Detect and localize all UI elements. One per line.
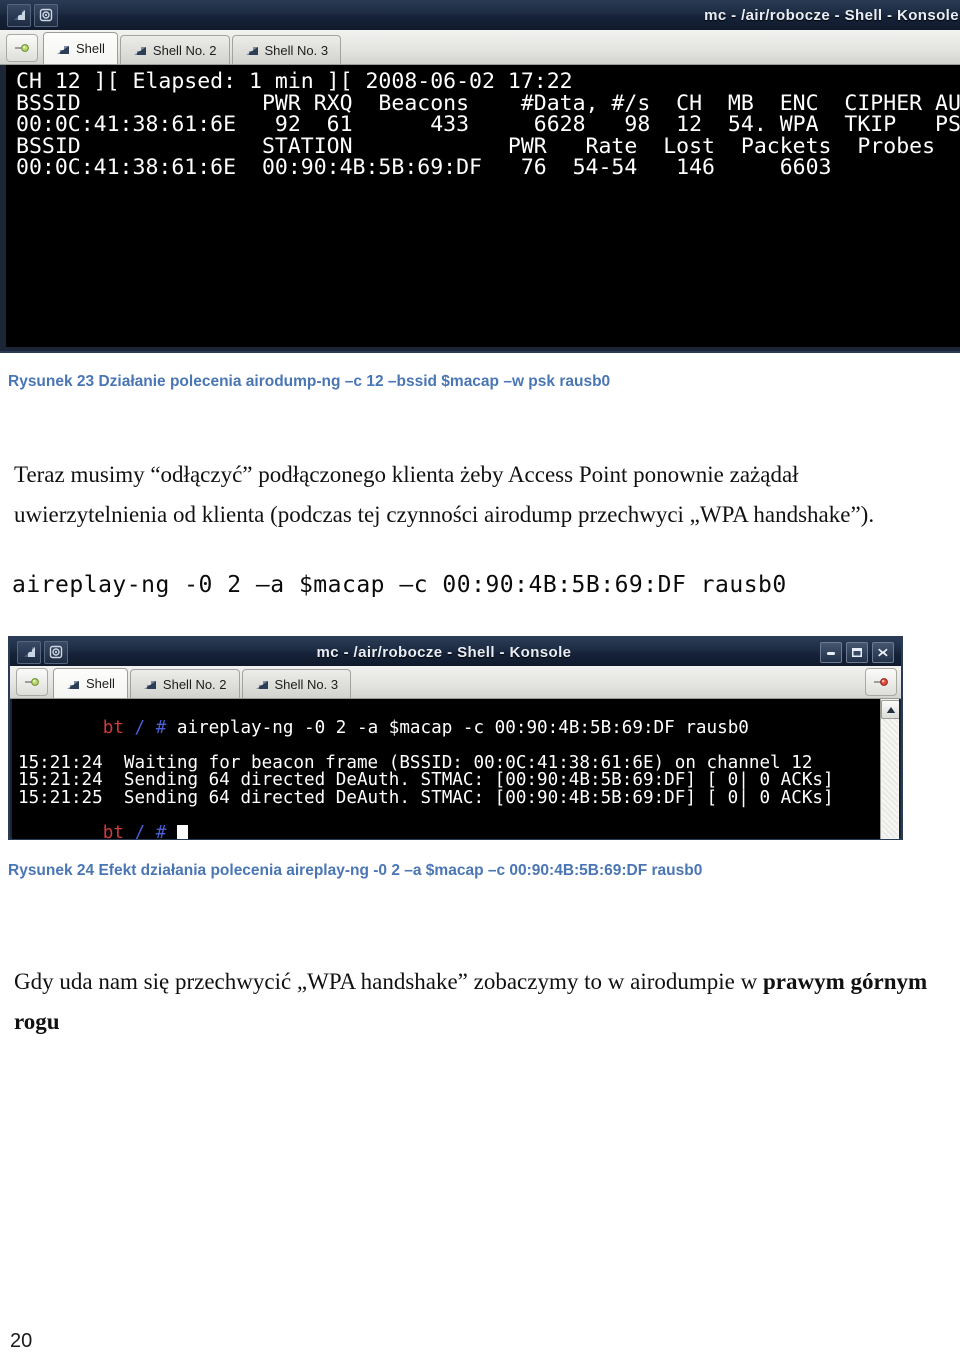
terminal-line: bt / #: [18, 808, 899, 839]
terminal-scrollbar[interactable]: [880, 699, 899, 839]
window1-title: mc - /air/robocze - Shell - Konsole: [704, 6, 959, 24]
terminal-line: 00:0C:41:38:61:6E 92 61 433 6628 98 12 5…: [16, 112, 960, 137]
command-line-aireplay: aireplay-ng -0 2 –a $macap –c 00:90:4B:5…: [12, 572, 787, 598]
window2-terminal[interactable]: bt / # aireplay-ng -0 2 -a $macap -c 00:…: [12, 699, 899, 839]
close-button[interactable]: [872, 641, 894, 663]
figure-caption-24: Rysunek 24 Efekt działania polecenia air…: [8, 862, 703, 879]
tab-shell-no-2-label: Shell No. 2: [152, 42, 217, 58]
tab-shell-no-3-label: Shell No. 3: [274, 676, 339, 692]
window1-terminal-text: CH 12 ][ Elapsed: 1 min ][ 2008-06-02 17…: [6, 65, 960, 179]
tab-shell[interactable]: Shell: [43, 32, 118, 64]
konsole-app-icon[interactable]: [44, 640, 68, 664]
window2-titlebar[interactable]: mc - /air/robocze - Shell - Konsole: [10, 638, 901, 666]
body-paragraph-1: Teraz musimy “odłączyć” podłączonego kli…: [14, 462, 875, 527]
prompt-sigil: #: [155, 717, 167, 738]
tab-shell-no-2-label: Shell No. 2: [162, 676, 227, 692]
tab-shell-label: Shell: [86, 676, 115, 691]
close-session-button[interactable]: [865, 668, 897, 696]
tab-shell-no-2[interactable]: Shell No. 2: [119, 35, 230, 64]
terminal-line: 15:21:25 Sending 64 directed DeAuth. STM…: [18, 787, 834, 808]
shell-tab-icon: [143, 678, 157, 690]
new-session-button[interactable]: [6, 34, 38, 62]
terminal-line: BSSID STATION PWR Rate Lost Packets Prob…: [16, 133, 936, 159]
window2-title: mc - /air/robocze - Shell - Konsole: [316, 643, 572, 661]
body-paragraph-2-normal: Gdy uda nam się przechwycić „WPA handsha…: [14, 969, 763, 994]
tab-shell-no-3-label: Shell No. 3: [264, 42, 329, 58]
tab-shell-no-3[interactable]: Shell No. 3: [241, 669, 352, 698]
window-menu-icon[interactable]: [17, 640, 41, 664]
konsole-window-2: mc - /air/robocze - Shell - Konsole Shel…: [8, 636, 903, 840]
shell-tab-icon: [255, 678, 269, 690]
figure-caption-23: Rysunek 23 Działanie polecenia airodump-…: [8, 373, 611, 390]
konsole-app-icon[interactable]: [34, 3, 58, 27]
body-paragraph-2: Gdy uda nam się przechwycić „WPA handsha…: [14, 962, 934, 1041]
prompt-sigil: #: [155, 823, 167, 839]
maximize-button[interactable]: [846, 641, 868, 663]
tab-shell-no-3[interactable]: Shell No. 3: [231, 35, 342, 64]
terminal-command-text: aireplay-ng -0 2 -a $macap -c 00:90:4B:5…: [166, 717, 749, 738]
terminal-line: 00:0C:41:38:61:6E 00:90:4B:5B:69:DF 76 5…: [16, 155, 832, 180]
shell-tab-icon: [56, 43, 70, 55]
page-number: 20: [10, 1330, 33, 1352]
minimize-button[interactable]: [820, 641, 842, 663]
window2-tabbar: Shell Shell No. 2 Shell No. 3: [10, 666, 901, 699]
prompt-host: bt: [102, 717, 124, 738]
konsole-window-1: mc - /air/robocze - Shell - Konsole Shel…: [0, 0, 960, 353]
shell-tab-icon: [245, 44, 259, 56]
window-menu-icon[interactable]: [7, 3, 31, 27]
terminal-line: CH 12 ][ Elapsed: 1 min ][ 2008-06-02 17…: [16, 69, 573, 94]
terminal-cursor: [176, 825, 188, 839]
shell-tab-icon: [66, 678, 80, 690]
tab-shell-label: Shell: [76, 41, 105, 56]
window1-tabbar: Shell Shell No. 2 Shell No. 3: [0, 30, 960, 65]
tab-shell[interactable]: Shell: [53, 668, 128, 698]
prompt-path: /: [134, 823, 146, 839]
terminal-line: BSSID PWR RXQ Beacons #Data, #/s CH MB E…: [16, 90, 960, 116]
scrollbar-track[interactable]: [882, 719, 898, 838]
window1-terminal[interactable]: CH 12 ][ Elapsed: 1 min ][ 2008-06-02 17…: [6, 65, 960, 347]
prompt-path: /: [134, 717, 146, 738]
scroll-up-arrow-icon[interactable]: [881, 700, 899, 719]
new-session-button[interactable]: [16, 668, 48, 696]
tab-shell-no-2[interactable]: Shell No. 2: [129, 669, 240, 698]
terminal-line: bt / # aireplay-ng -0 2 -a $macap -c 00:…: [18, 702, 899, 755]
shell-tab-icon: [133, 44, 147, 56]
window2-controls: [820, 641, 897, 663]
prompt-host: bt: [102, 823, 124, 839]
window1-titlebar[interactable]: mc - /air/robocze - Shell - Konsole: [0, 0, 960, 30]
window2-terminal-text: bt / # aireplay-ng -0 2 -a $macap -c 00:…: [12, 699, 899, 839]
